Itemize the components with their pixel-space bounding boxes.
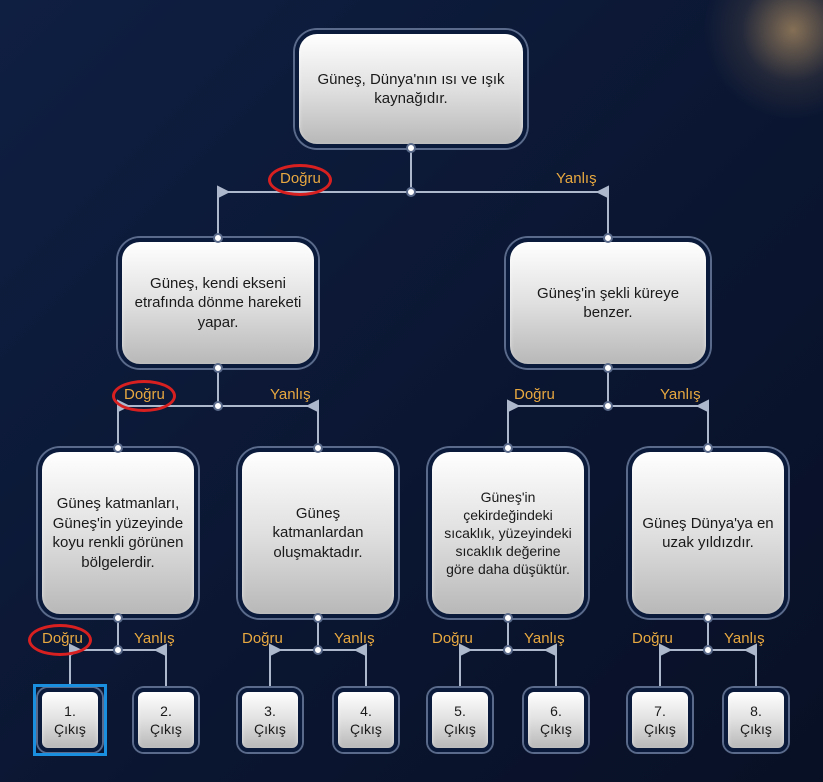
leaf-8: 8. Çıkış (724, 688, 788, 752)
junction-dot (213, 233, 223, 243)
junction-dot (503, 613, 513, 623)
label-true: Doğru (242, 630, 283, 647)
leaf-6-text: 6. Çıkış (538, 702, 574, 738)
label-false: Yanlış (134, 630, 175, 647)
junction-dot (603, 363, 613, 373)
l3-n1-node: Güneş katmanları, Güneş'in yüzeyinde koy… (38, 448, 198, 618)
l2-left-text: Güneş, kendi ekseni etrafında dönme hare… (132, 274, 304, 333)
junction-dot (113, 645, 123, 655)
leaf-3: 3. Çıkış (238, 688, 302, 752)
junction-dot (213, 401, 223, 411)
l2-right-node: Güneş'in şekli küreye benzer. (506, 238, 710, 368)
leaf-5: 5. Çıkış (428, 688, 492, 752)
l3-n1-text: Güneş katmanları, Güneş'in yüzeyinde koy… (52, 494, 184, 572)
label-true: Doğru (632, 630, 673, 647)
junction-dot (213, 363, 223, 373)
label-true: Doğru (280, 170, 321, 187)
label-true: Doğru (432, 630, 473, 647)
junction-dot (313, 443, 323, 453)
leaf-4: 4. Çıkış (334, 688, 398, 752)
l3-n2-node: Güneş katmanlardan oluşmaktadır. (238, 448, 398, 618)
label-false: Yanlış (724, 630, 765, 647)
junction-dot (113, 613, 123, 623)
l3-n2-text: Güneş katmanlardan oluşmaktadır. (252, 504, 384, 563)
junction-dot (406, 187, 416, 197)
leaf-2: 2. Çıkış (134, 688, 198, 752)
l2-right-text: Güneş'in şekli küreye benzer. (520, 284, 696, 323)
l2-left-node: Güneş, kendi ekseni etrafında dönme hare… (118, 238, 318, 368)
label-true: Doğru (514, 386, 555, 403)
label-false: Yanlış (270, 386, 311, 403)
label-true: Doğru (124, 386, 165, 403)
l3-n4-text: Güneş Dünya'ya en uzak yıldızdır. (642, 514, 774, 553)
leaf-1: 1. Çıkış (38, 688, 102, 752)
leaf-7-text: 7. Çıkış (642, 702, 678, 738)
junction-dot (703, 443, 713, 453)
leaf-7: 7. Çıkış (628, 688, 692, 752)
label-false: Yanlış (556, 170, 597, 187)
junction-dot (503, 443, 513, 453)
leaf-6: 6. Çıkış (524, 688, 588, 752)
decision-tree: Güneş, Dünya'nın ısı ve ışık kaynağıdır.… (0, 0, 823, 782)
junction-dot (313, 645, 323, 655)
junction-dot (703, 645, 713, 655)
junction-dot (603, 401, 613, 411)
label-true: Doğru (42, 630, 83, 647)
label-false: Yanlış (660, 386, 701, 403)
junction-dot (603, 233, 613, 243)
l3-n4-node: Güneş Dünya'ya en uzak yıldızdır. (628, 448, 788, 618)
l3-n3-text: Güneş'in çekirdeğindeki sıcaklık, yüzeyi… (442, 488, 574, 579)
leaf-2-text: 2. Çıkış (148, 702, 184, 738)
junction-dot (703, 613, 713, 623)
junction-dot (113, 443, 123, 453)
leaf-1-text: 1. Çıkış (52, 702, 88, 738)
root-node: Güneş, Dünya'nın ısı ve ışık kaynağıdır. (295, 30, 527, 148)
leaf-8-text: 8. Çıkış (738, 702, 774, 738)
root-text: Güneş, Dünya'nın ısı ve ışık kaynağıdır. (309, 70, 513, 109)
l3-n3-node: Güneş'in çekirdeğindeki sıcaklık, yüzeyi… (428, 448, 588, 618)
leaf-5-text: 5. Çıkış (442, 702, 478, 738)
label-false: Yanlış (334, 630, 375, 647)
junction-dot (406, 143, 416, 153)
label-false: Yanlış (524, 630, 565, 647)
leaf-4-text: 4. Çıkış (348, 702, 384, 738)
junction-dot (313, 613, 323, 623)
junction-dot (503, 645, 513, 655)
leaf-3-text: 3. Çıkış (252, 702, 288, 738)
